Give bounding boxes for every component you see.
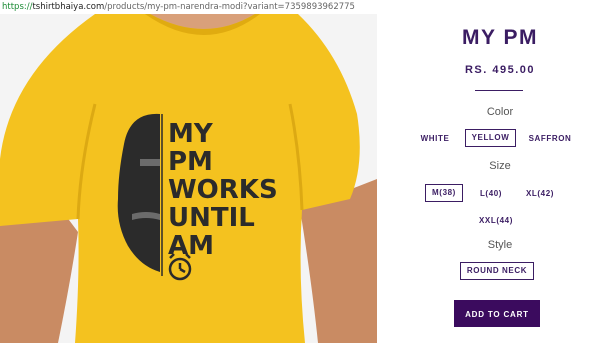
address-bar[interactable]: https://tshirtbhaiya.com/products/my-pm-… (0, 0, 600, 14)
product-title: MY PM (462, 26, 538, 49)
color-option-saffron[interactable]: SAFFRON (525, 130, 575, 148)
size-option-l40[interactable]: L(40) (476, 185, 506, 203)
product-image[interactable]: MY PM WORKS UNTIL AM (0, 14, 377, 343)
print-line-2: PM (168, 147, 213, 177)
product-price: RS. 495.00 (464, 64, 536, 76)
title-divider (475, 90, 523, 91)
size-label: Size (489, 160, 511, 172)
print-line-5: AM (168, 231, 214, 261)
add-to-cart-button[interactable]: ADD TO CART (454, 300, 540, 327)
url-domain: tshirtbhaiya.com (32, 2, 105, 12)
url-path: /products/my-pm-narendra-modi?variant=73… (104, 2, 355, 12)
product-details: MY PM RS. 495.00 Color WHITE YELLOW SAFF… (400, 14, 600, 343)
url-scheme: https:// (2, 2, 33, 12)
color-option-yellow[interactable]: YELLOW (465, 129, 516, 147)
style-option-round-neck[interactable]: ROUND NECK (460, 262, 534, 280)
tshirt-illustration: MY PM WORKS UNTIL AM (0, 14, 377, 343)
print-line-4: UNTIL (168, 203, 255, 233)
color-label: Color (486, 106, 514, 118)
size-option-xl42[interactable]: XL(42) (523, 185, 557, 203)
style-label: Style (487, 239, 513, 251)
print-line-3: WORKS (168, 175, 278, 205)
color-option-white[interactable]: WHITE (414, 130, 456, 148)
size-option-xxl44[interactable]: XXL(44) (474, 212, 518, 230)
size-option-m38[interactable]: M(38) (425, 184, 463, 202)
print-line-1: MY (168, 119, 214, 149)
